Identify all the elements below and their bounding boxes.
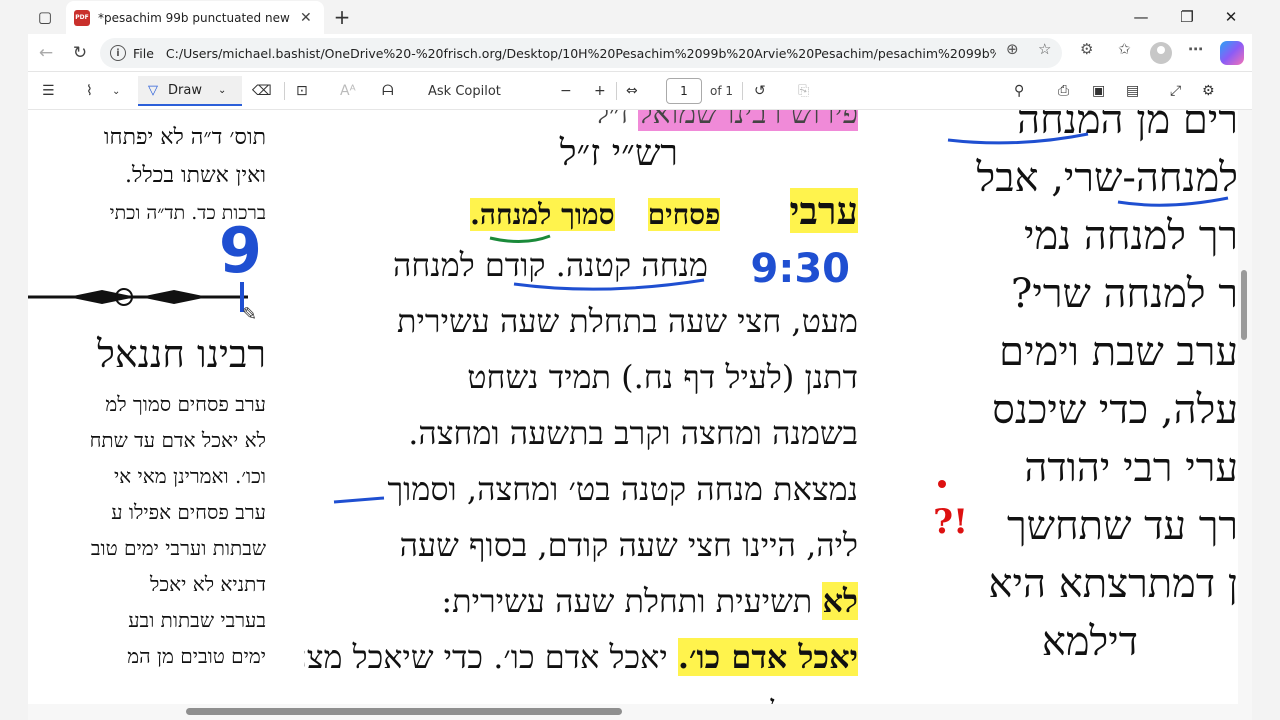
- copilot-icon[interactable]: [1220, 41, 1244, 65]
- profile-avatar[interactable]: [1150, 42, 1172, 64]
- save-as-icon[interactable]: ▤: [1126, 78, 1139, 104]
- tab-title: *pesachim 99b punctuated new p: [98, 10, 294, 25]
- save-icon[interactable]: ▣: [1092, 78, 1105, 104]
- page-number-input[interactable]: 1: [666, 78, 702, 104]
- text-line: ערב פסחים סמוך למ: [105, 392, 266, 416]
- left-edge: [0, 0, 28, 720]
- scheme-label: File: [133, 45, 154, 61]
- close-tab-icon[interactable]: ✕: [300, 10, 312, 26]
- text-line: דתניא לא יאכל: [149, 572, 266, 596]
- eraser-icon[interactable]: ⌫: [252, 78, 272, 104]
- zoom-in-icon[interactable]: +: [594, 78, 606, 104]
- text-line: לא יאכל אדם עד שתח: [89, 428, 266, 452]
- minimize-button[interactable]: —: [1118, 0, 1164, 34]
- ink-marks-right: [938, 132, 1229, 488]
- toolbar-divider: [742, 82, 743, 100]
- pdf-page: תוס׳ ד״ה לא יפתחו ואין אשתו בכלל. ברכות …: [28, 110, 1238, 704]
- vertical-scroll-thumb[interactable]: [1241, 270, 1247, 340]
- draw-button[interactable]: ▽ Draw ⌄: [138, 76, 242, 106]
- right-edge: [1252, 0, 1280, 720]
- highlight-chevron-icon[interactable]: ⌄: [112, 78, 120, 104]
- pdf-toolbar: ☰ ⌇ ⌄ ▽ Draw ⌄ ⌫ ⊡ Aᴬ ᗩ Ask Copilot − + …: [28, 72, 1252, 110]
- text-line: תוס׳ ד״ה לא יפתחו: [103, 125, 266, 150]
- navigation-bar: ← ↻ i File C:/Users/michael.bashist/OneD…: [28, 34, 1252, 72]
- toolbar-divider: [284, 82, 285, 100]
- pen-icon: ▽: [148, 82, 158, 98]
- text-box-icon[interactable]: ⊡: [296, 78, 308, 104]
- page-view-icon: ⎘: [798, 83, 810, 99]
- read-aloud-icon[interactable]: ᗩ: [382, 78, 394, 104]
- settings-gear-icon[interactable]: ⚙: [1202, 78, 1215, 104]
- fit-page-icon[interactable]: ⇔: [626, 78, 638, 104]
- favorites-icon[interactable]: ✩: [1118, 40, 1131, 58]
- page-total: of 1: [710, 84, 734, 98]
- text-line: ערב פסחים אפילו ע: [111, 500, 266, 524]
- commentary-heading: רבינו חננאל: [97, 332, 266, 376]
- zoom-icon[interactable]: ⊕: [1006, 40, 1019, 58]
- browser-window: ▢ PDF *pesachim 99b punctuated new p ✕ +…: [0, 0, 1280, 720]
- new-tab-button[interactable]: +: [328, 3, 356, 31]
- extensions-icon[interactable]: ⚙: [1080, 40, 1093, 58]
- text-line: ואין אשתו בכלל.: [125, 163, 266, 188]
- text-line: ימים טובים מן המ: [127, 644, 266, 668]
- pencil-cursor-icon: ✎: [242, 304, 258, 325]
- address-bar[interactable]: i File C:/Users/michael.bashist/OneDrive…: [100, 38, 1062, 68]
- draw-chevron-icon[interactable]: ⌄: [218, 85, 226, 96]
- horizontal-scrollbar[interactable]: [28, 704, 1252, 720]
- ask-copilot-button[interactable]: Ask Copilot: [428, 78, 501, 104]
- search-icon[interactable]: ⚲: [1014, 78, 1024, 104]
- ink-underlines: [333, 234, 705, 504]
- left-column: תוס׳ ד״ה לא יפתחו ואין אשתו בכלל. ברכות …: [28, 110, 266, 704]
- more-menu-icon[interactable]: ⋯: [1188, 40, 1203, 58]
- text-line: בערבי שבתות ובע: [128, 608, 266, 632]
- back-arrow-icon[interactable]: ←: [32, 39, 60, 67]
- horizontal-scroll-thumb[interactable]: [186, 708, 622, 715]
- text-line: שבתות וערבי ימים טוב: [90, 536, 266, 560]
- draw-label: Draw: [168, 82, 202, 98]
- tab-active[interactable]: PDF *pesachim 99b punctuated new p ✕: [66, 1, 324, 34]
- zoom-out-icon[interactable]: −: [560, 78, 572, 104]
- decorative-divider: [28, 282, 248, 312]
- text-size-icon: Aᴬ: [340, 83, 356, 99]
- restore-button[interactable]: ❐: [1164, 0, 1210, 34]
- pdf-file-icon: PDF: [74, 9, 90, 26]
- print-icon[interactable]: ⎙: [1058, 78, 1069, 104]
- text-line: וכו׳. ואמרינן מאי אי: [113, 464, 266, 488]
- fullscreen-icon[interactable]: ⤢: [1170, 78, 1181, 104]
- highlight-icon[interactable]: ⌇: [86, 78, 93, 104]
- ink-annotation-number: 9: [218, 214, 262, 287]
- contents-icon[interactable]: ☰: [42, 78, 55, 104]
- tab-bar: ▢ PDF *pesachim 99b punctuated new p ✕ +: [28, 0, 1252, 34]
- url-text[interactable]: C:/Users/michael.bashist/OneDrive%20-%20…: [166, 46, 996, 61]
- toolbar-divider: [616, 82, 617, 100]
- close-window-button[interactable]: ✕: [1208, 0, 1254, 34]
- info-icon[interactable]: i: [110, 45, 126, 61]
- favorite-star-icon[interactable]: ☆: [1038, 40, 1051, 58]
- refresh-icon[interactable]: ↻: [66, 39, 94, 67]
- vertical-scrollbar[interactable]: [1238, 110, 1252, 704]
- rotate-icon[interactable]: ↺: [754, 78, 766, 104]
- tab-actions-icon[interactable]: ▢: [31, 3, 59, 31]
